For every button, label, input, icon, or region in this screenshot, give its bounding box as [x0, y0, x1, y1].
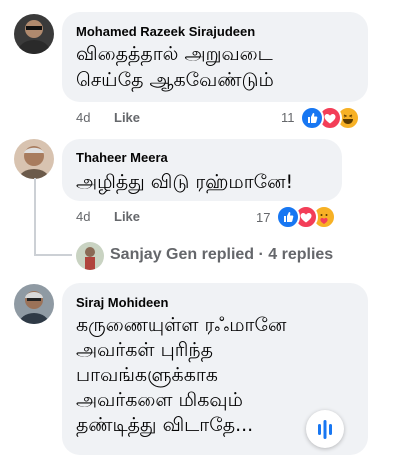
comment-timestamp[interactable]: 4d: [76, 110, 90, 125]
like-reaction-icon[interactable]: [276, 205, 300, 229]
comment-1: Mohamed Razeek Sirajudeen விதைத்தால் அறு…: [0, 0, 415, 130]
comment-text-line: பாவங்களுக்காக: [76, 364, 218, 386]
reaction-count[interactable]: 17: [256, 210, 270, 225]
comment-author[interactable]: Mohamed Razeek Sirajudeen: [76, 24, 255, 39]
view-replies-button[interactable]: Sanjay Gen replied · 4 replies: [76, 239, 376, 273]
comment-text-line: அவர்கள் புரிந்த: [76, 339, 213, 361]
comment-2: Thaheer Meera அழித்து விடு ரஹ்மானே! 4d L…: [0, 130, 415, 240]
comment-author[interactable]: Thaheer Meera: [76, 150, 168, 165]
comment-timestamp[interactable]: 4d: [76, 209, 90, 224]
avatar[interactable]: [14, 14, 54, 54]
voice-button[interactable]: [306, 410, 344, 448]
thread-connector-line: [34, 254, 72, 256]
replies-summary[interactable]: Sanjay Gen replied · 4 replies: [110, 246, 333, 264]
avatar[interactable]: [14, 139, 54, 179]
reply-author-avatar: [76, 242, 104, 270]
comment-text-line: செய்தே ஆகவேண்டும்: [76, 69, 274, 91]
comment-text-line: கருணையுள்ள ரஃமானே: [76, 314, 287, 336]
comment-author[interactable]: Siraj Mohideen: [76, 295, 168, 310]
comment-text-line: அழித்து விடு ரஹ்மானே!: [76, 171, 294, 193]
reaction-count[interactable]: 11: [281, 110, 295, 125]
like-button[interactable]: Like: [114, 209, 140, 224]
voice-bars-icon: [318, 420, 332, 439]
comment-text-line: தண்டித்து விடாதே...: [76, 414, 254, 436]
like-button[interactable]: Like: [114, 110, 140, 125]
comment-3: Siraj Mohideen கருணையுள்ள ரஃமானே அவர்கள்…: [0, 275, 415, 455]
comment-text-line: அவர்களை மிகவும்: [76, 389, 243, 411]
thread-connector-line: [34, 178, 36, 256]
comment-text-line: விதைத்தால் அறுவடை: [76, 43, 273, 65]
like-reaction-icon[interactable]: [300, 106, 324, 130]
avatar[interactable]: [14, 284, 54, 324]
